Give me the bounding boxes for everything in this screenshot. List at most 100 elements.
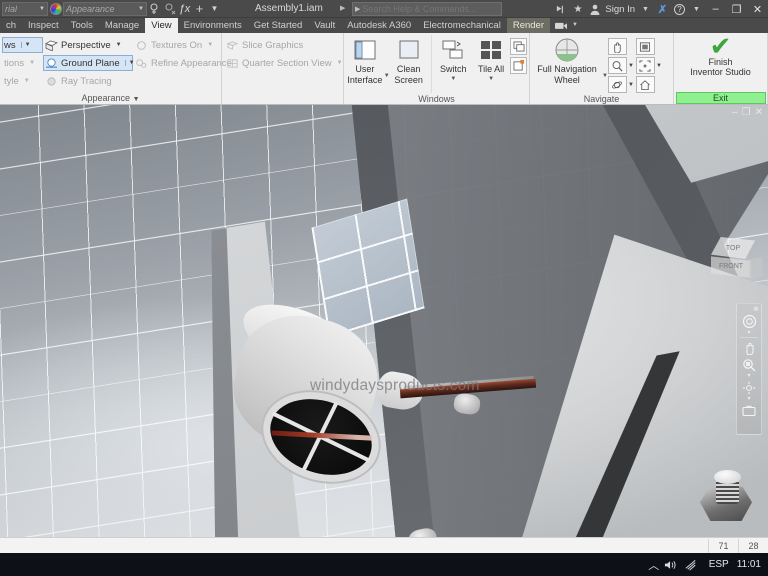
zoom-window-button[interactable] <box>635 38 655 55</box>
close-small-icon[interactable]: ⊗ <box>753 306 759 313</box>
volume-icon[interactable] <box>664 559 684 571</box>
chevron-down-icon[interactable]: ▼ <box>628 82 635 88</box>
chevron-down-icon[interactable]: ▼ <box>450 74 456 84</box>
viewport-navigation-bar[interactable]: ⊗ ▾ ▾ ▾ <box>736 303 762 435</box>
clean-screen-icon <box>396 37 422 63</box>
chevron-down-icon: ▼ <box>23 78 30 84</box>
viewport-close-button[interactable]: ✕ <box>755 107 763 118</box>
chevron-down-icon: ▼ <box>132 96 140 103</box>
pan-hand-icon[interactable] <box>739 339 759 356</box>
close-button[interactable]: ✕ <box>747 0 768 18</box>
clock[interactable]: 11:01 <box>734 559 768 570</box>
chevron-down-icon[interactable]: ▾ <box>747 330 750 336</box>
clear-appearance-icon[interactable] <box>162 1 177 16</box>
options-dropdown[interactable]: tions ▼ <box>2 55 43 71</box>
chevron-down-icon[interactable]: ▼ <box>628 63 635 69</box>
new-window-button[interactable] <box>510 57 527 74</box>
star-icon[interactable]: ★ <box>569 0 586 18</box>
textures-on-button: Textures On ▼ <box>133 37 219 53</box>
search-input[interactable] <box>362 4 501 14</box>
perspective-button[interactable]: Perspective ▼ <box>43 37 133 53</box>
material-combo-label: rial <box>5 3 18 14</box>
appearance-panel-title[interactable]: Appearance ▼ <box>0 92 221 104</box>
switch-windows-button[interactable]: Switch ▼ <box>434 35 472 84</box>
tab-view[interactable]: View <box>145 18 178 33</box>
chevron-up-icon[interactable]: ︿ <box>644 557 664 573</box>
tab-sketch[interactable]: ch <box>0 18 22 33</box>
color-wheel-icon[interactable] <box>48 1 63 16</box>
tab-electromechanical[interactable]: Electromechanical <box>417 18 507 33</box>
orbit-button[interactable] <box>607 76 627 93</box>
chevron-down-icon[interactable]: ▼ <box>116 42 122 48</box>
tab-manage[interactable]: Manage <box>99 18 145 33</box>
orbit-icon[interactable] <box>739 379 759 396</box>
full-navigation-wheel-button[interactable]: Full Navigation Wheel <box>532 35 602 85</box>
look-at-icon[interactable] <box>739 402 759 419</box>
search-dropdown-icon[interactable]: ▶ <box>353 5 362 13</box>
exit-button[interactable]: Exit <box>675 92 766 104</box>
cascade-windows-button[interactable] <box>510 38 527 55</box>
quarter-section-view-label: Quarter Section View <box>242 57 332 69</box>
user-interface-label-bottom: Interface <box>347 75 383 85</box>
navigation-wheel-label-top: Full Navigation <box>537 64 597 74</box>
chevron-down-icon[interactable]: ▼ <box>20 42 31 48</box>
chevron-down-icon[interactable]: ▼ <box>488 74 494 84</box>
adjust-appearance-icon[interactable] <box>147 1 162 16</box>
clean-screen-button[interactable]: Clean Screen <box>390 35 428 85</box>
autodesk-exchange-icon[interactable]: ✗ <box>654 0 671 18</box>
tab-inspect[interactable]: Inspect <box>22 18 65 33</box>
windows-taskbar: ︿ ESP 11:01 <box>0 553 768 576</box>
sign-in-chevron-icon[interactable]: ▼ <box>637 0 654 18</box>
share-icon[interactable] <box>552 0 569 18</box>
tile-all-button[interactable]: Tile All ▼ <box>472 35 510 84</box>
3d-viewport[interactable]: windydaysproducts.com – ❐ ✕ TOP FRONT ⊗ … <box>0 105 768 537</box>
ground-plane-button[interactable]: Ground Plane ▼ <box>43 55 135 71</box>
language-indicator[interactable]: ESP <box>704 559 734 570</box>
zoom-extents-button[interactable] <box>635 57 655 74</box>
person-icon[interactable] <box>586 0 603 18</box>
document-list-chevron-icon[interactable]: ▶ <box>340 4 345 12</box>
more-icon[interactable]: ▼ <box>207 1 222 16</box>
view-cube-top-face[interactable]: TOP <box>711 237 755 259</box>
tab-environments[interactable]: Environments <box>178 18 248 33</box>
home-view-button[interactable] <box>635 76 655 93</box>
tile-all-icon <box>478 37 504 63</box>
material-combo[interactable]: rial ▼ <box>2 1 48 16</box>
windows-small-buttons <box>510 35 527 76</box>
appearance-mid-column: Perspective ▼ Ground Plane ▼ Ray Tracing <box>43 36 135 89</box>
view-cube-side-face[interactable] <box>749 257 763 281</box>
clean-screen-label-bottom: Screen <box>394 75 423 85</box>
plus-icon[interactable]: + <box>192 1 207 16</box>
user-interface-button[interactable]: User Interface <box>346 35 384 85</box>
zoom-button[interactable] <box>607 57 627 74</box>
chevron-down-icon[interactable]: ▼ <box>656 63 663 69</box>
restore-button[interactable]: ❐ <box>726 0 747 18</box>
viewport-restore-button[interactable]: ❐ <box>742 107 751 118</box>
help-chevron-icon[interactable]: ▼ <box>688 0 705 18</box>
options-label: tions <box>4 57 25 69</box>
full-navigation-wheel-icon[interactable] <box>739 313 759 330</box>
fx-icon[interactable]: ƒx <box>177 1 192 16</box>
search-help-box[interactable]: ▶ <box>352 2 502 16</box>
appearance-combo[interactable]: Appearance ▼ <box>63 1 147 16</box>
tab-autodesk-a360[interactable]: Autodesk A360 <box>341 18 417 33</box>
zoom-icon[interactable] <box>739 356 759 373</box>
view-cube[interactable]: TOP FRONT <box>705 235 765 295</box>
pan-hand-button[interactable] <box>607 38 627 55</box>
finish-label-bottom: Inventor Studio <box>690 67 751 77</box>
style-dropdown[interactable]: tyle ▼ <box>2 73 43 89</box>
ribbon-panel-section: Slice Graphics Quarter Section View ▼ <box>222 33 344 104</box>
help-icon[interactable]: ? <box>671 0 688 18</box>
minimize-button[interactable]: – <box>705 0 726 18</box>
wifi-icon[interactable] <box>684 559 704 571</box>
tab-camera-group[interactable]: ▼ <box>550 18 583 33</box>
tab-render[interactable]: Render <box>506 18 550 33</box>
tab-get-started[interactable]: Get Started <box>248 18 309 33</box>
tab-tools[interactable]: Tools <box>65 18 99 33</box>
viewport-minimize-button[interactable]: – <box>732 107 738 118</box>
sign-in-button[interactable]: Sign In <box>603 4 637 15</box>
refine-appearance-label: Refine Appearance <box>151 57 232 69</box>
tab-vault[interactable]: Vault <box>308 18 341 33</box>
views-dropdown[interactable]: ws ▼ <box>2 37 43 53</box>
status-bar: 71 28 <box>0 537 768 553</box>
